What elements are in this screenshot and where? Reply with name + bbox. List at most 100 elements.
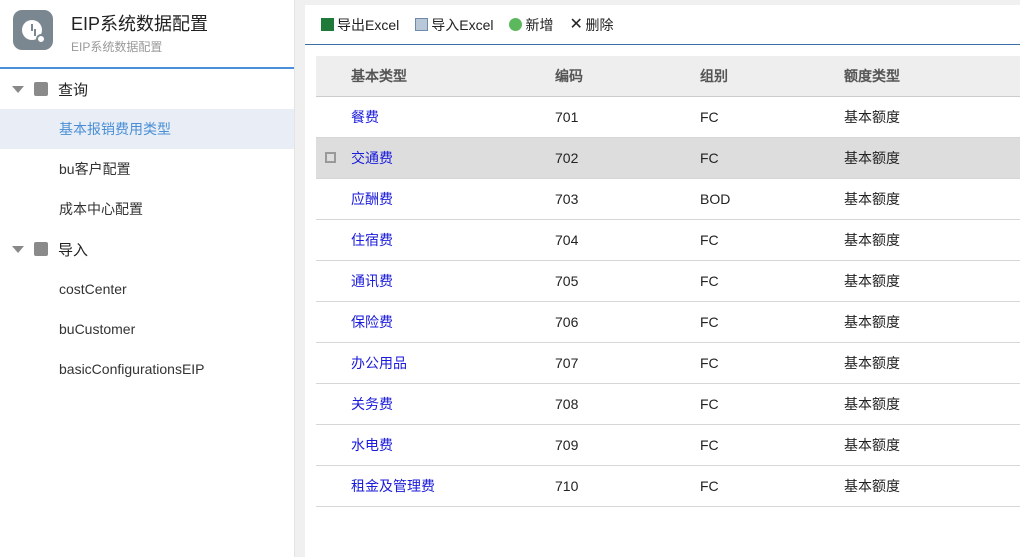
cell-group: FC <box>700 137 844 179</box>
label: 导出Excel <box>337 16 400 33</box>
cell-quota-type: 基本额度 <box>844 219 1020 261</box>
cell-group: FC <box>700 383 844 425</box>
cell-group: FC <box>700 342 844 384</box>
cell-quota-type: 基本额度 <box>844 383 1020 425</box>
app-subtitle: EIP系统数据配置 <box>71 40 163 54</box>
row-select[interactable] <box>316 465 351 507</box>
cell-group: BOD <box>700 178 844 220</box>
type-link[interactable]: 交通费 <box>351 150 393 166</box>
toolbar: 导出Excel 导入Excel 新增 ✕ 删除 <box>305 5 1020 45</box>
checkbox[interactable] <box>325 151 336 163</box>
cell-code: 709 <box>555 424 700 466</box>
table-row[interactable]: 租金及管理费 710 FC 基本额度 <box>316 465 1020 507</box>
cell-code: 710 <box>555 465 700 507</box>
excel-icon <box>321 18 334 31</box>
cell-type: 关务费 <box>351 383 555 425</box>
label: 新增 <box>525 16 554 33</box>
cell-code: 703 <box>555 178 700 220</box>
cell-group: FC <box>700 219 844 261</box>
sidebar-item-cost-center-config[interactable]: 成本中心配置 <box>0 189 294 229</box>
import-icon <box>34 242 48 256</box>
sidebar: EIP系统数据配置 EIP系统数据配置 查询 基本报销费用类型 bu客户配置 成… <box>0 0 295 557</box>
group-query[interactable]: 查询 <box>0 69 294 109</box>
sidebar-item-bu-customer[interactable]: buCustomer <box>0 309 294 349</box>
add-button[interactable]: 新增 <box>509 15 553 35</box>
table-row[interactable]: 应酬费 703 BOD 基本额度 <box>316 178 1020 220</box>
table-row[interactable]: 交通费 702 FC 基本额度 <box>316 137 1020 179</box>
type-link[interactable]: 租金及管理费 <box>351 478 435 494</box>
label: 删除 <box>585 16 614 33</box>
data-table: 基本类型 编码 组别 额度类型 餐费 701 FC 基本额度 交通费 702 F… <box>316 56 1020 507</box>
cell-quota-type: 基本额度 <box>844 96 1020 138</box>
group-label: 导入 <box>58 241 89 259</box>
type-link[interactable]: 通讯费 <box>351 273 393 289</box>
cell-type: 通讯费 <box>351 260 555 302</box>
header-select <box>316 56 351 97</box>
app-title: EIP系统数据配置 <box>71 14 209 34</box>
collapse-triangle-icon[interactable] <box>12 85 24 93</box>
cell-code: 707 <box>555 342 700 384</box>
table-row[interactable]: 办公用品 707 FC 基本额度 <box>316 342 1020 384</box>
cell-type: 住宿费 <box>351 219 555 261</box>
type-link[interactable]: 餐费 <box>351 109 379 125</box>
type-link[interactable]: 住宿费 <box>351 232 393 248</box>
table-row[interactable]: 水电费 709 FC 基本额度 <box>316 424 1020 466</box>
group-label: 查询 <box>58 81 89 99</box>
app-logo-icon <box>13 10 53 50</box>
cell-code: 706 <box>555 301 700 343</box>
main-panel: 导出Excel 导入Excel 新增 ✕ 删除 基本类型 编码 组别 额度类型 餐… <box>305 5 1020 557</box>
cell-quota-type: 基本额度 <box>844 137 1020 179</box>
cell-group: FC <box>700 301 844 343</box>
type-link[interactable]: 办公用品 <box>351 355 407 371</box>
row-select[interactable] <box>316 260 351 302</box>
row-select[interactable] <box>316 178 351 220</box>
cell-code: 708 <box>555 383 700 425</box>
type-link[interactable]: 水电费 <box>351 437 393 453</box>
delete-button[interactable]: ✕ 删除 <box>569 15 613 35</box>
close-icon: ✕ <box>569 16 583 33</box>
row-select[interactable] <box>316 301 351 343</box>
sidebar-item-expense-type[interactable]: 基本报销费用类型 <box>0 109 294 149</box>
table-row[interactable]: 餐费 701 FC 基本额度 <box>316 96 1020 138</box>
cell-type: 交通费 <box>351 137 555 179</box>
cell-group: FC <box>700 424 844 466</box>
header-type[interactable]: 基本类型 <box>351 56 555 97</box>
header-group[interactable]: 组别 <box>700 56 844 97</box>
sidebar-item-basic-config[interactable]: basicConfigurationsEIP <box>0 349 294 389</box>
row-select[interactable] <box>316 342 351 384</box>
app-header: EIP系统数据配置 EIP系统数据配置 <box>0 0 294 69</box>
cell-type: 保险费 <box>351 301 555 343</box>
row-select[interactable] <box>316 96 351 138</box>
type-link[interactable]: 应酬费 <box>351 191 393 207</box>
header-quota-type[interactable]: 额度类型 <box>844 56 1020 97</box>
cell-group: FC <box>700 465 844 507</box>
cell-type: 租金及管理费 <box>351 465 555 507</box>
cell-code: 705 <box>555 260 700 302</box>
cell-quota-type: 基本额度 <box>844 301 1020 343</box>
row-select[interactable] <box>316 137 351 179</box>
table-row[interactable]: 保险费 706 FC 基本额度 <box>316 301 1020 343</box>
cell-type: 水电费 <box>351 424 555 466</box>
plus-circle-icon <box>509 18 523 31</box>
table-row[interactable]: 关务费 708 FC 基本额度 <box>316 383 1020 425</box>
sidebar-item-bu-customer-config[interactable]: bu客户配置 <box>0 149 294 189</box>
row-select[interactable] <box>316 219 351 261</box>
import-excel-button[interactable]: 导入Excel <box>415 15 493 35</box>
sidebar-item-cost-center[interactable]: costCenter <box>0 269 294 309</box>
row-select[interactable] <box>316 424 351 466</box>
cell-quota-type: 基本额度 <box>844 178 1020 220</box>
group-import[interactable]: 导入 <box>0 229 294 269</box>
cell-quota-type: 基本额度 <box>844 342 1020 384</box>
table-row[interactable]: 通讯费 705 FC 基本额度 <box>316 260 1020 302</box>
cell-code: 701 <box>555 96 700 138</box>
type-link[interactable]: 关务费 <box>351 396 393 412</box>
row-select[interactable] <box>316 383 351 425</box>
table-row[interactable]: 住宿费 704 FC 基本额度 <box>316 219 1020 261</box>
collapse-triangle-icon[interactable] <box>12 245 24 253</box>
type-link[interactable]: 保险费 <box>351 314 393 330</box>
header-code[interactable]: 编码 <box>555 56 700 97</box>
cell-quota-type: 基本额度 <box>844 465 1020 507</box>
cell-type: 办公用品 <box>351 342 555 384</box>
export-excel-button[interactable]: 导出Excel <box>321 15 399 35</box>
cell-type: 应酬费 <box>351 178 555 220</box>
